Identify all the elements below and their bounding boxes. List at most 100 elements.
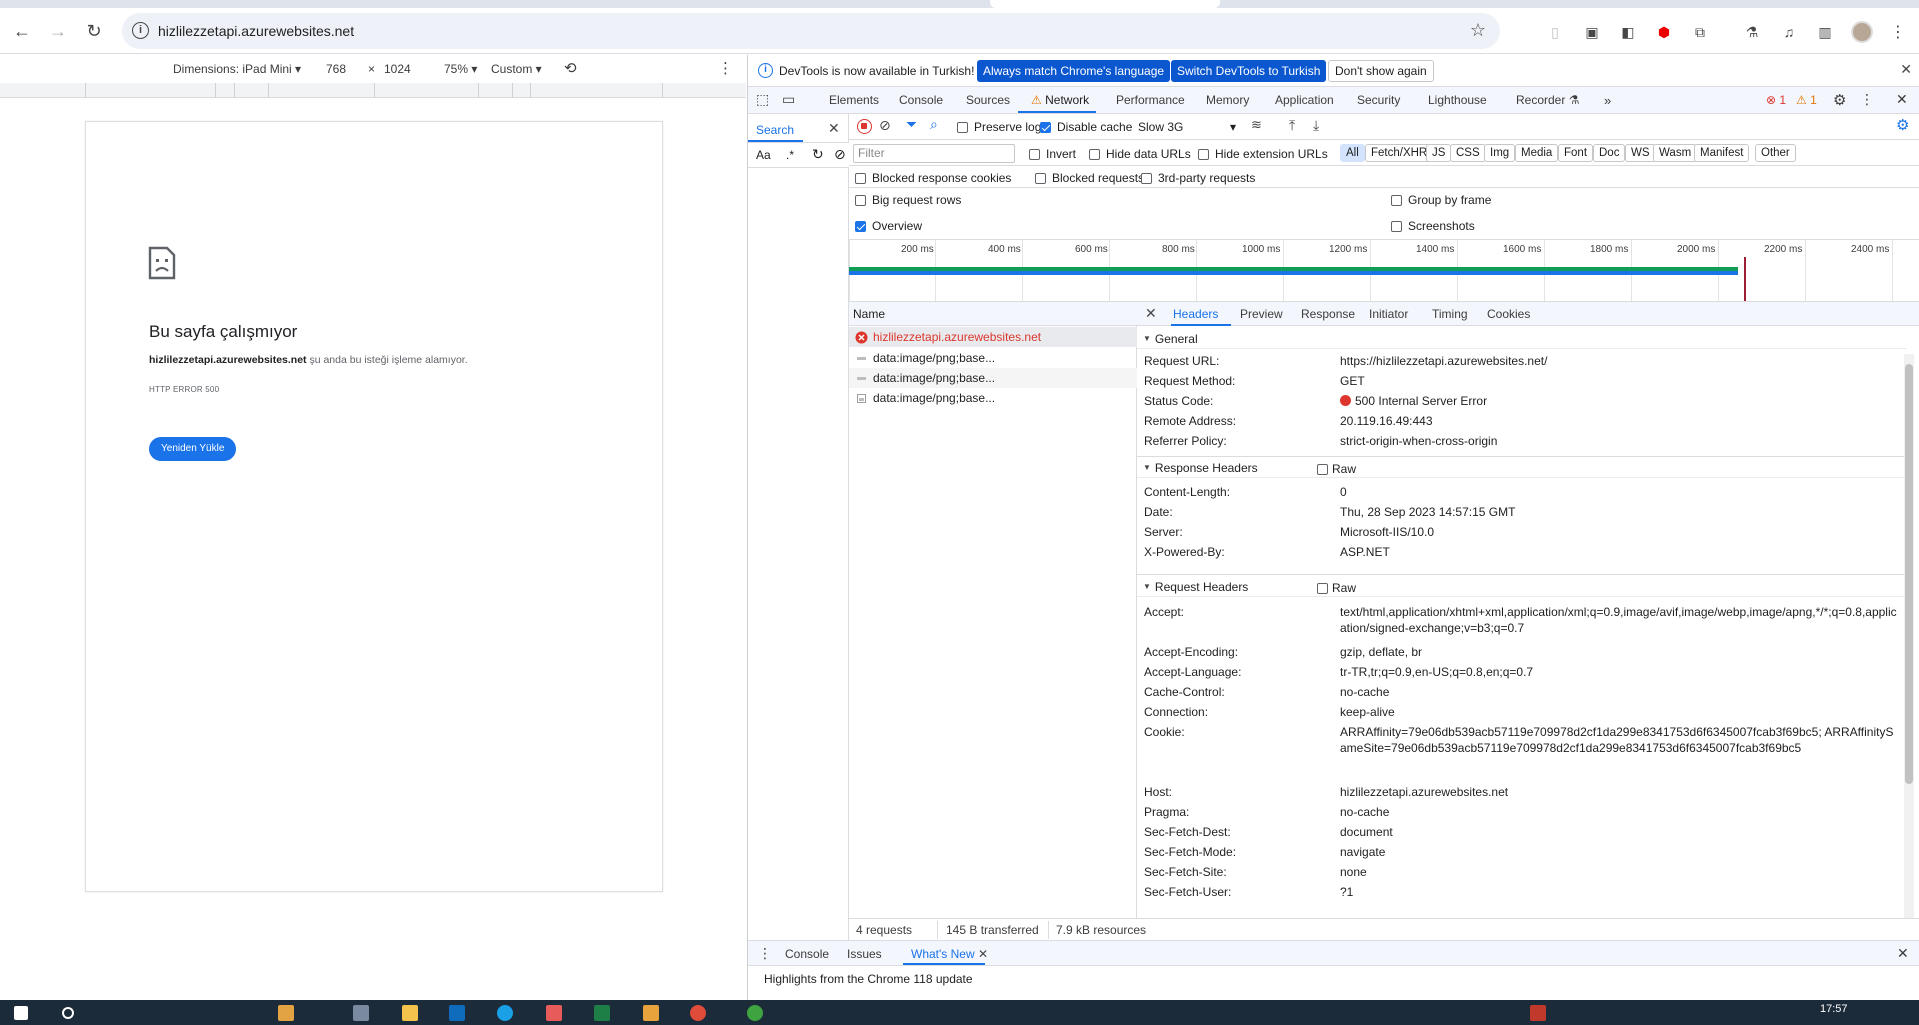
request-headers-section-header[interactable]: ▼ Request Headers Raw bbox=[1137, 577, 1907, 597]
type-filter-ws[interactable]: WS bbox=[1625, 144, 1656, 162]
device-toggle-icon[interactable]: ▭ bbox=[782, 91, 795, 108]
tab-recorder[interactable]: Recorder ⚗ bbox=[1516, 93, 1579, 107]
windows-start-icon[interactable] bbox=[14, 1006, 28, 1020]
type-filter-js[interactable]: JS bbox=[1426, 144, 1452, 162]
table-row[interactable]: data:image/png;base... bbox=[849, 368, 1137, 388]
throttle-select[interactable]: Custom ▾ bbox=[491, 62, 542, 76]
type-filter-fetch[interactable]: Fetch/XHR bbox=[1365, 144, 1434, 162]
devtools-menu-icon[interactable]: ⋮ bbox=[1860, 91, 1874, 108]
throttling-select[interactable]: Slow 3G ▾ bbox=[1138, 120, 1236, 134]
tab-search[interactable]: Search bbox=[756, 123, 794, 137]
type-filter-doc[interactable]: Doc bbox=[1593, 144, 1626, 162]
close-icon[interactable]: ✕ bbox=[1900, 61, 1912, 78]
kebab-menu-icon[interactable]: ⋮ bbox=[1888, 22, 1908, 42]
table-row[interactable]: hizlilezzetapi.azurewebsites.net bbox=[849, 327, 1137, 347]
file-explorer-icon[interactable] bbox=[402, 1005, 418, 1021]
error-count-badge[interactable]: ⊗ 1 bbox=[1766, 93, 1786, 107]
table-row[interactable]: data:image/png;base... bbox=[849, 348, 1137, 368]
close-details-icon[interactable]: ✕ bbox=[1145, 305, 1157, 322]
hide-extension-urls-checkbox[interactable]: Hide extension URLs bbox=[1198, 147, 1328, 161]
gear-icon[interactable]: ⚙ bbox=[1833, 91, 1846, 109]
device-dimensions-select[interactable]: Dimensions: iPad Mini ▾ bbox=[173, 62, 301, 76]
tab-preview[interactable]: Preview bbox=[1240, 307, 1283, 321]
tab-cookies[interactable]: Cookies bbox=[1487, 307, 1530, 321]
regex-toggle[interactable]: .* bbox=[786, 148, 794, 162]
device-height-input[interactable]: 1024 bbox=[384, 62, 411, 76]
taskbar-app-icon[interactable] bbox=[643, 1005, 659, 1021]
active-tab[interactable] bbox=[990, 0, 1220, 8]
table-row[interactable]: data:image/png;base... bbox=[849, 388, 1137, 408]
group-by-frame-checkbox[interactable]: Group by frame bbox=[1391, 193, 1491, 207]
type-filter-all[interactable]: All bbox=[1340, 144, 1365, 162]
tab-lighthouse[interactable]: Lighthouse bbox=[1428, 93, 1487, 107]
type-filter-manifest[interactable]: Manifest bbox=[1694, 144, 1750, 162]
rotate-icon[interactable]: ⟲ bbox=[564, 59, 577, 77]
tray-icon[interactable] bbox=[1530, 1005, 1546, 1021]
network-settings-gear-icon[interactable]: ⚙ bbox=[1896, 116, 1909, 134]
timeline-overview[interactable]: 200 ms 400 ms 600 ms 800 ms 1000 ms 1200… bbox=[849, 240, 1919, 302]
filter-funnel-icon[interactable]: ⏷ bbox=[906, 116, 917, 133]
warning-count-badge[interactable]: ⚠ 1 bbox=[1796, 93, 1817, 107]
overview-checkbox[interactable]: Overview bbox=[855, 219, 922, 233]
type-filter-other[interactable]: Other bbox=[1755, 144, 1796, 162]
hide-data-urls-checkbox[interactable]: Hide data URLs bbox=[1089, 147, 1191, 161]
zoom-select[interactable]: 75% ▾ bbox=[444, 62, 477, 76]
avatar[interactable] bbox=[1851, 21, 1873, 43]
skype-icon[interactable] bbox=[497, 1005, 513, 1021]
forward-arrow-icon[interactable]: → bbox=[46, 19, 70, 43]
extension-icon[interactable]: ▣ bbox=[1582, 22, 1602, 42]
media-icon[interactable]: ♫ bbox=[1779, 22, 1799, 42]
refresh-icon[interactable]: ↻ bbox=[812, 146, 824, 163]
puzzle-icon[interactable]: ⧉ bbox=[1690, 22, 1710, 42]
big-request-rows-checkbox[interactable]: Big request rows bbox=[855, 193, 961, 207]
search-icon[interactable]: ⌕ bbox=[930, 116, 938, 133]
tab-memory[interactable]: Memory bbox=[1206, 93, 1249, 107]
taskbar-app-icon[interactable] bbox=[353, 1005, 369, 1021]
ad-block-icon[interactable]: ⬢ bbox=[1654, 22, 1674, 42]
preserve-log-checkbox[interactable]: Preserve log bbox=[957, 120, 1041, 134]
drawer-tab-whats-new[interactable]: What's New ✕ bbox=[911, 947, 988, 961]
inspect-element-icon[interactable]: ⬚ bbox=[756, 91, 769, 108]
reload-icon[interactable]: ↻ bbox=[82, 19, 106, 43]
tab-timing[interactable]: Timing bbox=[1432, 307, 1468, 321]
extension-icon[interactable]: ◧ bbox=[1618, 22, 1638, 42]
match-case-toggle[interactable]: Aa bbox=[756, 148, 771, 162]
screenshots-checkbox[interactable]: Screenshots bbox=[1391, 219, 1475, 233]
close-drawer-icon[interactable]: ✕ bbox=[1897, 945, 1909, 962]
tab-elements[interactable]: Elements bbox=[829, 93, 879, 107]
close-search-icon[interactable]: ✕ bbox=[828, 120, 840, 137]
type-filter-font[interactable]: Font bbox=[1558, 144, 1594, 162]
network-conditions-icon[interactable]: ≋ bbox=[1251, 117, 1262, 133]
tab-security[interactable]: Security bbox=[1357, 93, 1400, 107]
close-icon[interactable]: ✕ bbox=[978, 947, 988, 961]
switch-language-button[interactable]: Switch DevTools to Turkish bbox=[1171, 60, 1327, 82]
blocked-requests-checkbox[interactable]: Blocked requests bbox=[1035, 171, 1144, 185]
extension-icon[interactable]: ▯ bbox=[1545, 22, 1565, 42]
clear-log-icon[interactable]: ⊘ bbox=[879, 117, 891, 134]
address-bar[interactable]: i hizlilezzetapi.azurewebsites.net ☆ bbox=[122, 13, 1500, 49]
type-filter-media[interactable]: Media bbox=[1515, 144, 1559, 162]
blocked-cookies-checkbox[interactable]: Blocked response cookies bbox=[855, 171, 1011, 185]
tab-performance[interactable]: Performance bbox=[1116, 93, 1185, 107]
filter-input[interactable]: Filter bbox=[853, 144, 1015, 163]
dont-show-again-button[interactable]: Don't show again bbox=[1328, 60, 1434, 82]
invert-checkbox[interactable]: Invert bbox=[1029, 147, 1076, 161]
tab-application[interactable]: Application bbox=[1275, 93, 1334, 107]
excel-icon[interactable] bbox=[594, 1005, 610, 1021]
device-width-input[interactable]: 768 bbox=[326, 62, 346, 76]
taskbar-app-icon[interactable] bbox=[278, 1005, 294, 1021]
bookmark-star-icon[interactable]: ☆ bbox=[1470, 20, 1486, 41]
tab-console[interactable]: Console bbox=[899, 93, 943, 107]
reload-button[interactable]: Yeniden Yükle bbox=[149, 437, 237, 461]
drawer-menu-icon[interactable]: ⋮ bbox=[758, 945, 772, 962]
request-list-header[interactable]: Name bbox=[849, 302, 1137, 326]
tab-initiator[interactable]: Initiator bbox=[1369, 307, 1408, 321]
lab-flask-icon[interactable]: ⚗ bbox=[1742, 22, 1762, 42]
record-icon[interactable] bbox=[857, 119, 872, 134]
taskbar-app-icon[interactable] bbox=[546, 1005, 562, 1021]
raw-toggle[interactable]: Raw bbox=[1317, 462, 1356, 476]
type-filter-css[interactable]: CSS bbox=[1450, 144, 1486, 162]
clear-icon[interactable]: ⊘ bbox=[834, 146, 846, 163]
type-filter-img[interactable]: Img bbox=[1484, 144, 1516, 162]
drawer-tab-issues[interactable]: Issues bbox=[847, 947, 882, 961]
